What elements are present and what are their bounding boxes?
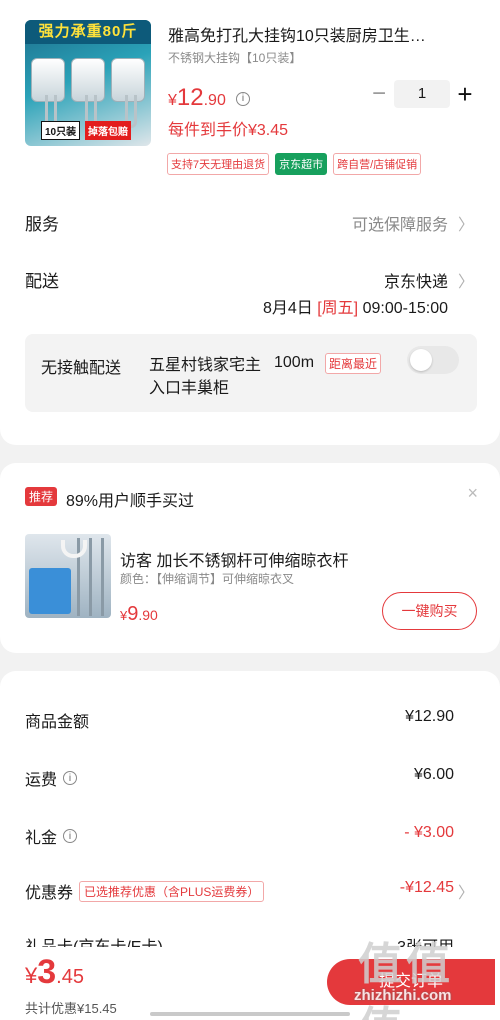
total-currency: ¥: [25, 963, 38, 988]
hook-image-1: [31, 58, 65, 128]
thumbnail-count-tag: 10只装: [41, 121, 81, 140]
tag-promotion: 跨自营/店铺促销: [333, 153, 422, 175]
info-icon: i: [236, 91, 250, 106]
tag-jd-supermarket: 京东超市: [275, 153, 328, 175]
price-decimal: .90: [203, 92, 226, 109]
recommendation-card: 推荐 89%用户顺手买过 × 访客 加长不锈钢杆可伸缩晾衣杆 颜色：【伸缩调节】…: [0, 463, 500, 653]
product-title[interactable]: 雅高免打孔大挂钩10只装厨房卫生…: [168, 22, 468, 46]
chevron-right-icon[interactable]: 〉: [458, 211, 474, 235]
price-per-item: 每件到手价¥3.45: [168, 122, 289, 139]
shipping-text: 运费: [25, 772, 58, 789]
delivery-weekday: [周五]: [317, 300, 359, 317]
coupon-text: 优惠券: [25, 885, 74, 902]
price-info-icon[interactable]: i: [236, 88, 252, 106]
recommend-thumbnail[interactable]: [25, 534, 111, 618]
delivery-date: 8月4日: [262, 300, 313, 317]
quantity-stepper: − 1 +: [364, 79, 480, 109]
info-icon[interactable]: i: [63, 829, 78, 843]
hook-image-2: [71, 58, 105, 128]
quick-buy-button[interactable]: 一键购买: [382, 592, 477, 630]
recommend-headline: 89%用户顺手买过: [66, 493, 195, 510]
order-total: ¥3.45: [25, 953, 84, 992]
nearest-badge: 距离最近: [325, 353, 382, 374]
tag-returns: 支持7天无理由退货: [167, 153, 270, 175]
quantity-input[interactable]: 1: [394, 80, 450, 108]
fork-image: [61, 540, 87, 558]
goods-amount-text: 商品金额: [25, 714, 90, 731]
delivery-time[interactable]: 8月4日 [周五] 09:00-15:00: [263, 294, 448, 318]
goods-amount-label: 商品金额: [25, 708, 89, 732]
thumbnail-banner: 强力承重80斤: [25, 20, 151, 44]
coupon-value[interactable]: -¥12.45: [400, 879, 454, 897]
delivery-carrier[interactable]: 京东快递: [384, 268, 448, 292]
price-integer: 9: [127, 603, 139, 625]
chevron-right-icon[interactable]: 〉: [458, 879, 474, 903]
product-price: ¥12.90: [168, 84, 226, 112]
gift-money-label: 礼金 i: [25, 824, 78, 848]
coupon-label: 优惠券 已选推荐优惠（含PLUS运费券）: [25, 879, 265, 903]
service-label: 服务: [25, 215, 59, 234]
increase-quantity-button[interactable]: +: [450, 79, 480, 109]
recommend-badge: 推荐: [25, 487, 58, 506]
submit-order-button[interactable]: 提交订单: [327, 959, 495, 1005]
home-indicator[interactable]: [150, 1012, 350, 1016]
total-integer: 3: [37, 953, 57, 991]
product-thumbnail[interactable]: 强力承重80斤 10只装 掉落包赔: [25, 20, 151, 146]
goods-amount-value: ¥12.90: [405, 708, 454, 725]
toggle-knob: [410, 349, 432, 371]
hook-image-3: [111, 58, 145, 128]
gift-money-text: 礼金: [25, 830, 58, 847]
pole-image: [89, 538, 92, 616]
price-decimal: .90: [138, 607, 158, 623]
recommend-title[interactable]: 访客 加长不锈钢杆可伸缩晾衣杆: [120, 547, 348, 571]
delivery-label: 配送: [25, 272, 59, 291]
shipping-label: 运费 i: [25, 766, 78, 790]
product-sku[interactable]: 不锈钢大挂钩【10只装】: [168, 49, 301, 66]
coupon-selected-tag: 已选推荐优惠（含PLUS运费券）: [79, 880, 265, 902]
checkout-bar: ¥3.45 共计优惠¥15.45 提交订单: [0, 947, 500, 1020]
delivery-window: 09:00-15:00: [362, 300, 448, 317]
decrease-quantity-button[interactable]: −: [364, 80, 394, 108]
shipping-value: ¥6.00: [413, 766, 454, 783]
pickup-distance: 100m: [274, 354, 315, 371]
total-decimal: .45: [56, 966, 84, 988]
total-saving: 共计优惠¥15.45: [25, 1001, 117, 1016]
recommend-price: ¥9.90: [120, 603, 158, 626]
recommend-sku: 颜色：【伸缩调节】可伸缩晾衣叉: [120, 572, 295, 586]
product-tags: 支持7天无理由退货 京东超市 跨自营/店铺促销: [167, 153, 422, 175]
pickup-locker-address: 五星村钱家宅主入口丰巢柜: [149, 357, 262, 397]
contactless-delivery-box: 无接触配送 五星村钱家宅主入口丰巢柜 100m 距离最近: [25, 334, 477, 412]
close-icon[interactable]: ×: [467, 483, 478, 504]
thumbnail-guarantee-tag: 掉落包赔: [85, 121, 131, 140]
contactless-label: 无接触配送: [41, 360, 122, 377]
price-currency: ¥: [168, 92, 177, 109]
service-value[interactable]: 可选保障服务: [352, 211, 448, 235]
product-card: 强力承重80斤 10只装 掉落包赔 雅高免打孔大挂钩10只装厨房卫生… 不锈钢大…: [0, 0, 500, 445]
package-image: [29, 568, 71, 614]
info-icon[interactable]: i: [63, 771, 78, 785]
price-integer: 12: [176, 84, 204, 111]
gift-money-value: - ¥3.00: [404, 824, 454, 841]
contactless-toggle[interactable]: [407, 346, 459, 374]
chevron-right-icon[interactable]: 〉: [458, 268, 474, 292]
pole-image: [101, 538, 104, 616]
